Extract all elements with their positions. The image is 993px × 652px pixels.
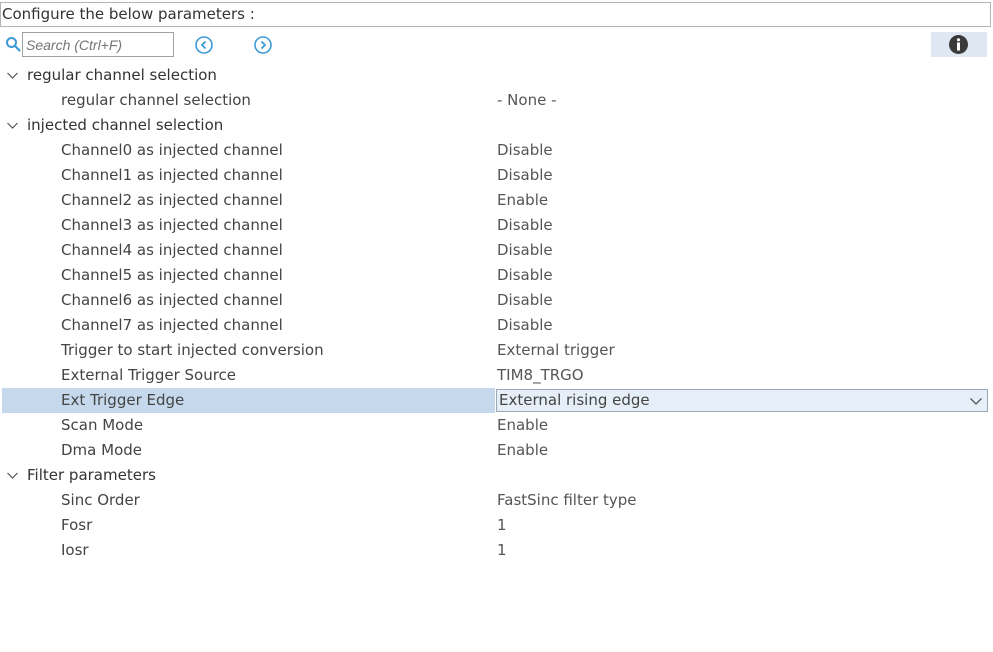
parameter-row[interactable]: Channel7 as injected channel Disable [0,313,993,338]
parameter-label: Channel3 as injected channel [61,216,283,234]
parameter-label: regular channel selection [61,91,251,109]
parameter-label: Channel4 as injected channel [61,241,283,259]
parameter-label: Trigger to start injected conversion [61,341,324,359]
parameter-label: Iosr [61,541,89,559]
parameter-label: Channel6 as injected channel [61,291,283,309]
parameter-row[interactable]: Ext Trigger Edge External rising edge [0,388,993,413]
parameter-tree: regular channel selection regular channel… [0,63,993,563]
parameter-row[interactable]: External Trigger Source TIM8_TRGO [0,363,993,388]
chevron-down-icon[interactable] [6,120,19,131]
parameter-row[interactable]: Channel5 as injected channel Disable [0,263,993,288]
parameter-value[interactable]: 1 [497,538,507,563]
parameter-label: Channel1 as injected channel [61,166,283,184]
parameter-value[interactable]: Disable [497,238,553,263]
parameter-value[interactable]: Enable [497,413,548,438]
parameter-row[interactable]: Channel6 as injected channel Disable [0,288,993,313]
parameter-label: Ext Trigger Edge [61,391,185,409]
parameter-value[interactable]: Disable [497,288,553,313]
parameter-row[interactable]: Channel2 as injected channel Enable [0,188,993,213]
dropdown-selected-value: External rising edge [499,391,650,409]
parameter-row[interactable]: Channel0 as injected channel Disable [0,138,993,163]
parameter-row[interactable]: Iosr 1 [0,538,993,563]
parameter-label: Channel0 as injected channel [61,141,283,159]
parameter-label: Fosr [61,516,93,534]
info-button[interactable] [931,32,987,57]
parameter-value[interactable]: External trigger [497,338,615,363]
parameter-value[interactable]: 1 [497,513,507,538]
parameter-row[interactable]: regular channel selection - None - [0,88,993,113]
parameter-value[interactable]: Enable [497,188,548,213]
parameter-value[interactable]: Disable [497,313,553,338]
parameter-label: Channel5 as injected channel [61,266,283,284]
parameter-value[interactable]: Disable [497,138,553,163]
info-icon [949,35,968,54]
parameter-label: Scan Mode [61,416,144,434]
group-label: injected channel selection [27,116,224,134]
group-row[interactable]: injected channel selection [0,113,993,138]
parameter-row[interactable]: Channel1 as injected channel Disable [0,163,993,188]
parameter-row[interactable]: Channel3 as injected channel Disable [0,213,993,238]
parameter-label: Channel2 as injected channel [61,191,283,209]
chevron-down-icon[interactable] [6,470,19,481]
group-label: Filter parameters [27,466,156,484]
configure-header: Configure the below parameters : [0,2,991,27]
parameter-label: Channel7 as injected channel [61,316,283,334]
parameter-value[interactable]: Enable [497,438,548,463]
search-input[interactable] [22,32,174,57]
group-label: regular channel selection [27,66,217,84]
parameter-label: External Trigger Source [61,366,237,384]
previous-match-button[interactable] [194,35,214,55]
group-row[interactable]: regular channel selection [0,63,993,88]
parameter-row[interactable]: Trigger to start injected conversion Exte… [0,338,993,363]
next-match-button[interactable] [253,35,273,55]
chevron-down-icon[interactable] [969,396,983,406]
parameter-value[interactable]: Disable [497,213,553,238]
parameter-value[interactable]: - None - [497,88,557,113]
parameter-row[interactable]: Channel4 as injected channel Disable [0,238,993,263]
parameter-row[interactable]: Scan Mode Enable [0,413,993,438]
parameter-label: Dma Mode [61,441,142,459]
chevron-down-icon[interactable] [6,70,19,81]
parameter-value[interactable]: TIM8_TRGO [497,363,584,388]
parameter-row[interactable]: Dma Mode Enable [0,438,993,463]
group-row[interactable]: Filter parameters [0,463,993,488]
search-icon [6,37,21,52]
parameter-value[interactable]: Disable [497,163,553,188]
parameter-label: Sinc Order [61,491,140,509]
parameter-row[interactable]: Fosr 1 [0,513,993,538]
parameter-value[interactable]: FastSinc filter type [497,488,637,513]
parameter-value-dropdown[interactable]: External rising edge [496,389,988,412]
search-toolbar [0,31,993,59]
parameter-row[interactable]: Sinc Order FastSinc filter type [0,488,993,513]
parameter-value[interactable]: Disable [497,263,553,288]
